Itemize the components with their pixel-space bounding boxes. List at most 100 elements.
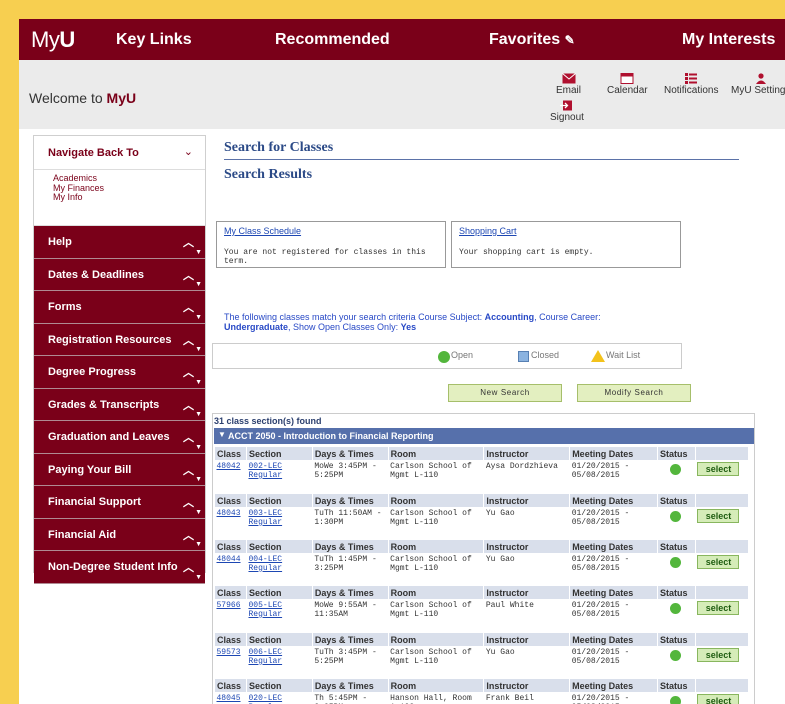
select-button[interactable]: select bbox=[697, 601, 740, 615]
new-search-button[interactable]: New Search bbox=[448, 384, 562, 402]
sidebar-item-dates-deadlines[interactable]: Dates & Deadlines ︿ ▼ bbox=[34, 258, 205, 291]
column-header: Instructor bbox=[483, 539, 571, 554]
nav-recommended[interactable]: Recommended bbox=[275, 31, 390, 49]
column-header: Days & Times bbox=[311, 678, 389, 693]
sidebar-item-financial-aid[interactable]: Financial Aid ︿ ▼ bbox=[34, 518, 205, 551]
sidebar-item-paying-your-bill[interactable]: Paying Your Bill ︿ ▼ bbox=[34, 453, 205, 486]
email-icon bbox=[561, 73, 576, 84]
class-number-link[interactable]: 57966 bbox=[217, 601, 241, 610]
section-link[interactable]: 005-LEC bbox=[248, 601, 282, 610]
class-number-link[interactable]: 48045 bbox=[217, 694, 241, 703]
nav-my-interests[interactable]: My Interests bbox=[682, 31, 775, 49]
section-type-link[interactable]: Regular bbox=[248, 610, 282, 619]
status-cell bbox=[658, 461, 696, 482]
section-table: Class Section Days & Times Room Instructor Me… bbox=[214, 678, 750, 704]
sidebar-item-degree-progress[interactable]: Degree Progress ︿ ▼ bbox=[34, 356, 205, 389]
section-link[interactable]: 006-LEC bbox=[248, 648, 282, 657]
sidebar-item-help[interactable]: Help ︿ ▼ bbox=[34, 226, 205, 259]
meeting-dates-cell: 01/20/2015 -05/08/2015 bbox=[571, 601, 630, 619]
column-header: Class bbox=[214, 493, 247, 508]
select-button[interactable]: select bbox=[697, 694, 740, 704]
sidebar-item-registration-resources[interactable]: Registration Resources ︿ ▼ bbox=[34, 323, 205, 356]
section-link[interactable]: 002-LEC bbox=[248, 462, 282, 471]
collapse-icon[interactable]: ▼ bbox=[218, 430, 226, 439]
room-cell: Carlson School of Mgmt L-110 bbox=[390, 462, 472, 480]
instructor-cell: Yu Gao bbox=[485, 555, 515, 564]
dropdown-arrow-icon: ▼ bbox=[195, 346, 202, 353]
column-header: Status bbox=[657, 539, 696, 554]
title-divider bbox=[224, 159, 739, 160]
sidebar-item-non-degree-student-info[interactable]: Non-Degree Student Info ︿ ▼ bbox=[34, 551, 205, 584]
column-header: Class bbox=[214, 585, 247, 600]
column-header: Days & Times bbox=[311, 539, 389, 554]
select-button[interactable]: select bbox=[697, 555, 740, 569]
legend-closed-label: Closed bbox=[531, 350, 560, 360]
column-header: Room bbox=[387, 585, 485, 600]
class-number-link[interactable]: 48042 bbox=[217, 462, 241, 471]
my-class-schedule-link[interactable]: My Class Schedule bbox=[224, 226, 301, 236]
section-link[interactable]: 004-LEC bbox=[248, 555, 282, 564]
class-number-cell: 48045 bbox=[215, 693, 247, 704]
status-cell bbox=[658, 647, 696, 668]
signout-link[interactable]: Signout bbox=[550, 100, 584, 123]
section-type-link[interactable]: Regular bbox=[248, 657, 282, 666]
days-times-cell: TuTh 11:50AM -1:30PM bbox=[314, 509, 382, 527]
course-header[interactable]: ▼ ACCT 2050 - Introduction to Financial … bbox=[214, 428, 754, 444]
instructor-cell: Aysa Dordzhieva bbox=[485, 462, 558, 471]
column-header: Section bbox=[245, 632, 313, 647]
search-criteria: The following classes match your search … bbox=[224, 312, 601, 332]
status-cell bbox=[658, 600, 696, 621]
column-header: Instructor bbox=[483, 678, 571, 693]
wait-list-icon bbox=[591, 350, 605, 362]
shopping-cart-link[interactable]: Shopping Cart bbox=[459, 226, 517, 236]
days-times-cell: TuTh 3:45PM -5:25PM bbox=[314, 648, 377, 666]
select-button[interactable]: select bbox=[697, 509, 740, 523]
column-header: Meeting Dates bbox=[569, 446, 659, 461]
top-nav: MyU Key Links Recommended Favorites ✎ My… bbox=[19, 19, 785, 60]
notifications-link[interactable]: Notifications bbox=[664, 73, 718, 96]
sidebar-item-forms[interactable]: Forms ︿ ▼ bbox=[34, 291, 205, 324]
modify-search-button[interactable]: Modify Search bbox=[577, 384, 691, 402]
myu-logo[interactable]: MyU bbox=[31, 27, 75, 53]
section-cell: 005-LEC Regular bbox=[246, 600, 312, 621]
section-type-link[interactable]: Regular bbox=[248, 564, 282, 573]
instructor-cell: Frank Beil bbox=[485, 694, 534, 703]
class-number-cell: 48043 bbox=[215, 508, 247, 529]
status-cell bbox=[658, 554, 696, 575]
dropdown-arrow-icon: ▼ bbox=[195, 573, 202, 581]
cart-status-text: Your shopping cart is empty. bbox=[459, 248, 594, 257]
section-type-link[interactable]: Regular bbox=[248, 471, 282, 480]
column-header: Class bbox=[214, 678, 247, 693]
select-button[interactable]: select bbox=[697, 462, 740, 476]
schedule-status-text: You are not registered for classes in th… bbox=[224, 248, 426, 266]
nav-key-links[interactable]: Key Links bbox=[116, 31, 192, 49]
dropdown-arrow-icon: ▼ bbox=[195, 476, 202, 483]
dropdown-arrow-icon: ▼ bbox=[195, 248, 202, 256]
dropdown-arrow-icon: ▼ bbox=[195, 313, 202, 321]
email-link[interactable]: Email bbox=[556, 73, 581, 96]
dropdown-arrow-icon: ▼ bbox=[195, 411, 202, 418]
sidebar-item-grades-transcripts[interactable]: Grades & Transcripts ︿ ▼ bbox=[34, 388, 205, 421]
dropdown-arrow-icon: ▼ bbox=[195, 378, 202, 386]
section-type-link[interactable]: Regular bbox=[248, 518, 282, 527]
class-number-link[interactable]: 48044 bbox=[217, 555, 241, 564]
nav-favorites[interactable]: Favorites ✎ bbox=[489, 31, 575, 49]
class-number-link[interactable]: 59573 bbox=[217, 648, 241, 657]
class-number-link[interactable]: 48043 bbox=[217, 509, 241, 518]
navigate-back-header[interactable]: Navigate Back To ⌄ bbox=[34, 136, 205, 170]
status-cell bbox=[658, 693, 696, 704]
column-header: Section bbox=[245, 678, 313, 693]
sidebar-item-graduation-leaves[interactable]: Graduation and Leaves ︿ ▼ bbox=[34, 421, 205, 454]
select-button[interactable]: select bbox=[697, 648, 740, 662]
calendar-link[interactable]: Calendar bbox=[607, 73, 648, 96]
sidebar-item-financial-support[interactable]: Financial Support ︿ ▼ bbox=[34, 486, 205, 519]
chevron-up-icon: ︿ bbox=[183, 432, 194, 444]
section-link[interactable]: 020-LEC bbox=[248, 694, 282, 703]
column-header: Instructor bbox=[483, 585, 571, 600]
select-cell: select bbox=[695, 554, 748, 575]
section-link[interactable]: 003-LEC bbox=[248, 509, 282, 518]
sidebar-link-my-info[interactable]: My Info bbox=[53, 192, 205, 203]
settings-link[interactable]: MyU Settings bbox=[731, 73, 785, 96]
section-header-row: Class Section Days & Times Room Instructor Me… bbox=[214, 493, 750, 508]
open-icon bbox=[438, 351, 450, 363]
